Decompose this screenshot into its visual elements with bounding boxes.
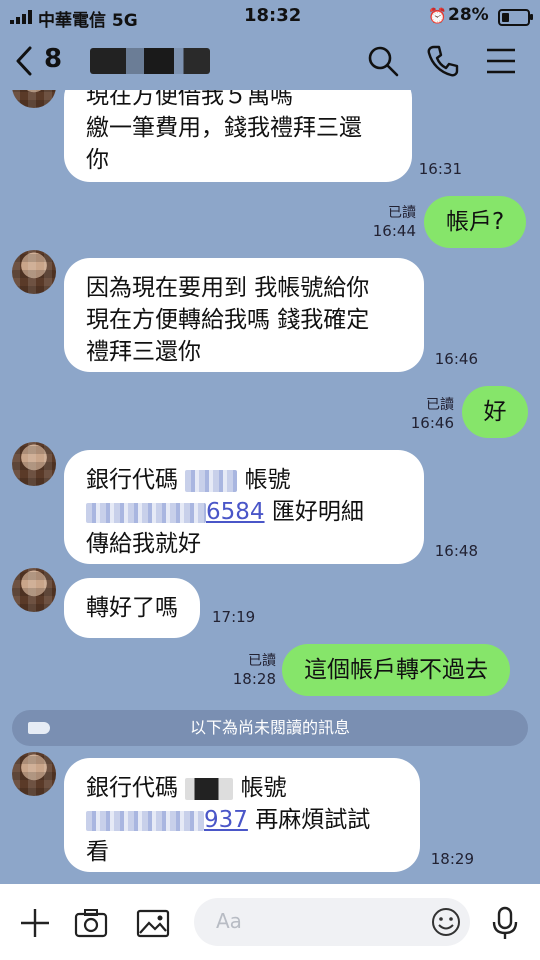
read-receipt: 已讀 — [388, 205, 416, 221]
contact-avatar[interactable] — [12, 752, 56, 796]
message-time: 16:44 — [372, 222, 416, 240]
status-bar: 中華電信 5G 18:32 ⏰ 28% — [0, 0, 540, 32]
message-input-placeholder: Aa — [216, 909, 242, 933]
tag-icon — [28, 722, 50, 734]
message-text: 傳給我就好 — [86, 531, 201, 557]
contact-name-redacted — [90, 48, 210, 74]
message-bubble-incoming[interactable]: 銀行代碼 帳號 937 再麻煩試試 看 — [64, 758, 420, 872]
read-receipt: 已讀 — [248, 653, 276, 669]
message-text: 匯好明細 — [264, 499, 364, 525]
message-bubble-outgoing[interactable]: 帳戶? — [424, 196, 527, 248]
image-icon[interactable] — [136, 906, 170, 940]
message-meta: 已讀 16:44 — [370, 204, 416, 240]
message-bubble-outgoing[interactable]: 這個帳戶轉不過去 — [282, 644, 510, 696]
message-text: 看 — [86, 839, 109, 865]
message-bubble-incoming[interactable]: 轉好了嗎 — [64, 578, 200, 638]
unread-divider-label: 以下為尚未閱讀的訊息 — [189, 718, 350, 737]
message-text: 再麻煩試試 — [247, 807, 371, 833]
message-time: 17:19 — [212, 608, 256, 626]
message-time: 16:46 — [410, 414, 454, 432]
message-bubble-incoming[interactable]: 銀行代碼 帳號 6584 匯好明細 傳給我就好 — [64, 450, 424, 564]
contact-avatar[interactable] — [12, 442, 56, 486]
battery-icon — [498, 9, 530, 26]
redacted-account — [86, 810, 204, 831]
unread-count: 8 — [44, 44, 63, 74]
menu-icon[interactable] — [484, 44, 518, 78]
message-text: 帳號 — [240, 775, 287, 801]
chat-header: 8 — [0, 32, 540, 90]
contact-avatar[interactable] — [12, 90, 56, 108]
chat-area[interactable]: 現在方便借我５萬嗎 繳一筆費用，錢我禮拜三還 你 16:31 已讀 16:44 … — [0, 90, 540, 884]
account-number-link[interactable]: 6584 — [86, 499, 265, 525]
message-time: 18:29 — [430, 850, 474, 868]
message-meta: 已讀 16:46 — [408, 396, 454, 432]
microphone-icon[interactable] — [488, 906, 522, 940]
message-bubble-incoming[interactable]: 因為現在要用到 我帳號給你 現在方便轉給我嗎 錢我確定 禮拜三還你 — [64, 258, 424, 372]
message-time: 16:48 — [434, 542, 478, 560]
message-time: 16:31 — [418, 160, 462, 178]
redacted-account — [86, 502, 206, 523]
search-icon[interactable] — [366, 44, 400, 78]
emoji-icon[interactable] — [430, 906, 462, 938]
message-text: 帳號 — [244, 467, 291, 493]
message-time: 16:46 — [434, 350, 478, 368]
back-button[interactable]: 8 — [14, 44, 74, 78]
contact-avatar[interactable] — [12, 568, 56, 612]
signal-icon — [10, 10, 32, 24]
chevron-left-icon — [16, 46, 32, 76]
phone-icon[interactable] — [426, 44, 460, 78]
message-meta: 已讀 18:28 — [228, 652, 276, 688]
redacted-bank-code — [185, 777, 234, 800]
input-bar: Aa — [0, 884, 540, 960]
alarm-icon: ⏰ — [428, 7, 447, 25]
read-receipt: 已讀 — [426, 397, 454, 413]
camera-icon[interactable] — [74, 906, 108, 940]
message-bubble-incoming[interactable]: 現在方便借我５萬嗎 繳一筆費用，錢我禮拜三還 你 — [64, 90, 412, 182]
message-input[interactable]: Aa — [194, 898, 470, 946]
message-bubble-outgoing[interactable]: 好 — [462, 386, 528, 438]
message-time: 18:28 — [232, 670, 276, 688]
redacted-bank-code — [185, 469, 238, 492]
battery-percent: 28% — [448, 5, 489, 25]
contact-avatar[interactable] — [12, 250, 56, 294]
carrier-label: 中華電信 5G — [38, 11, 138, 31]
unread-divider: 以下為尚未閱讀的訊息 — [12, 710, 528, 746]
plus-icon[interactable] — [18, 906, 52, 940]
message-text: 銀行代碼 — [86, 775, 178, 801]
clock: 18:32 — [244, 5, 302, 26]
battery-nub — [530, 14, 533, 20]
account-number-link[interactable]: 937 — [86, 807, 248, 833]
message-text: 銀行代碼 — [86, 467, 178, 493]
